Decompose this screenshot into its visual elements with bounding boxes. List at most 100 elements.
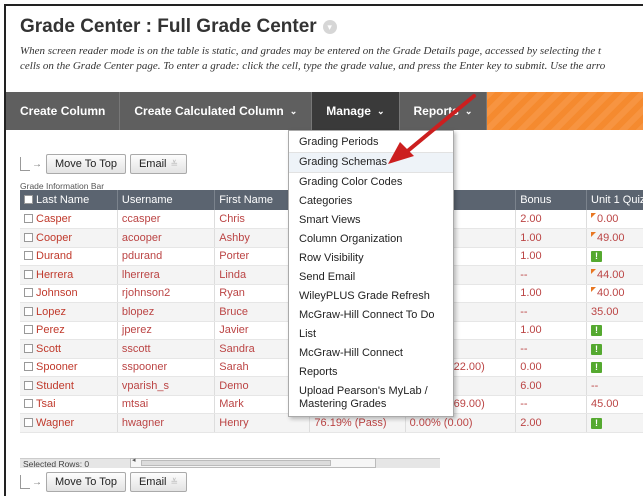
row-checkbox[interactable] [24, 399, 33, 409]
last-name-cell[interactable]: Tsai [20, 395, 118, 414]
last-name-link[interactable]: Perez [36, 324, 65, 336]
unit-1-quiz-cell[interactable]: ! [586, 321, 643, 340]
horizontal-scrollbar[interactable]: ◂ [130, 456, 376, 468]
unit-1-quiz-cell[interactable]: 45.00 [586, 395, 643, 414]
unit-1-quiz-cell[interactable]: ! [586, 247, 643, 266]
row-checkbox[interactable] [24, 380, 33, 390]
last-name-cell[interactable]: Spooner [20, 358, 118, 377]
select-all-checkbox[interactable] [24, 195, 33, 204]
bonus-cell[interactable]: 1.00 [515, 228, 588, 248]
unit-1-quiz-cell[interactable]: ! [586, 413, 643, 433]
last-name-link[interactable]: Durand [36, 250, 72, 262]
last-name-link[interactable]: Tsai [36, 398, 56, 410]
last-name-cell[interactable]: Herrera [20, 265, 118, 285]
bonus-cell[interactable]: 2.00 [515, 210, 588, 229]
last-name-cell[interactable]: Lopez [20, 302, 118, 322]
manage-menu-item-smart-views[interactable]: Smart Views [289, 211, 453, 230]
bonus-cell[interactable]: 1.00 [515, 247, 588, 266]
row-checkbox[interactable] [24, 232, 33, 242]
last-name-link[interactable]: Herrera [36, 269, 73, 281]
username-cell[interactable]: mtsai [117, 395, 216, 414]
scroll-thumb[interactable] [141, 460, 331, 466]
bonus-cell[interactable]: 6.00 [515, 376, 588, 396]
manage-menu-item-row-visibility[interactable]: Row Visibility [289, 249, 453, 268]
username-cell[interactable]: lherrera [117, 265, 216, 285]
username-cell[interactable]: jperez [117, 321, 216, 340]
move-to-top-button[interactable]: Move To Top [46, 472, 126, 492]
needs-grading-icon[interactable]: ! [591, 417, 603, 429]
unit-1-quiz-cell[interactable]: 0.00 [586, 210, 643, 229]
unit-1-quiz-cell[interactable]: 40.00 [586, 284, 643, 303]
last-name-cell[interactable]: Perez [20, 321, 118, 340]
last-name-link[interactable]: Spooner [36, 361, 78, 373]
last-name-cell[interactable]: Wagner [20, 413, 118, 433]
column-header-bonus[interactable]: Bonus [515, 190, 588, 210]
last-name-link[interactable]: Casper [36, 213, 71, 225]
last-name-cell[interactable]: Student [20, 376, 118, 396]
bonus-cell[interactable]: -- [515, 265, 588, 285]
email-button[interactable]: Email ≚ [129, 154, 188, 174]
row-checkbox[interactable] [24, 306, 33, 316]
row-checkbox[interactable] [24, 269, 33, 279]
username-cell[interactable]: ccasper [117, 210, 216, 229]
manage-menu-item-mcgraw-hill-connect-reports[interactable]: McGraw-Hill Connect Reports [289, 344, 453, 382]
unit-1-quiz-cell[interactable]: ! [586, 358, 643, 377]
bonus-cell[interactable]: -- [515, 302, 588, 322]
row-checkbox[interactable] [24, 417, 33, 427]
username-cell[interactable]: rjohnson2 [117, 284, 216, 303]
username-cell[interactable]: sscott [117, 339, 216, 359]
needs-grading-icon[interactable]: ! [591, 362, 603, 374]
row-checkbox[interactable] [24, 214, 33, 223]
email-button[interactable]: Email ≚ [129, 472, 188, 492]
last-name-link[interactable]: Scott [36, 343, 61, 355]
last-name-cell[interactable]: Johnson [20, 284, 118, 303]
username-cell[interactable]: acooper [117, 228, 216, 248]
row-checkbox[interactable] [24, 288, 33, 298]
column-header-unit-1-quiz[interactable]: Unit 1 Quiz [586, 190, 643, 210]
username-cell[interactable]: hwagner [117, 413, 216, 433]
manage-menu-item-mcgraw-hill-connect-to-do-list[interactable]: McGraw-Hill Connect To Do List [289, 306, 453, 344]
create-column-button[interactable]: Create Column [6, 92, 121, 130]
unit-1-quiz-cell[interactable]: 44.00 [586, 265, 643, 285]
title-options-icon[interactable]: ▾ [322, 20, 337, 34]
row-checkbox[interactable] [24, 362, 33, 372]
manage-menu-item-send-email[interactable]: Send Email [289, 268, 453, 287]
unit-1-quiz-cell[interactable]: ! [586, 339, 643, 359]
bonus-cell[interactable]: 0.00 [515, 358, 588, 377]
needs-grading-icon[interactable]: ! [591, 343, 603, 355]
unit-1-quiz-cell[interactable]: 35.00 [586, 302, 643, 322]
needs-grading-icon[interactable]: ! [591, 325, 603, 337]
bonus-cell[interactable]: -- [515, 339, 588, 359]
last-name-link[interactable]: Student [36, 380, 74, 392]
last-name-cell[interactable]: Durand [20, 247, 118, 266]
bonus-cell[interactable]: 1.00 [515, 321, 588, 340]
bonus-cell[interactable]: 2.00 [515, 413, 588, 433]
unit-1-quiz-cell[interactable]: -- [586, 376, 643, 396]
unit-1-quiz-cell[interactable]: 49.00 [586, 228, 643, 248]
manage-menu-item-grading-color-codes[interactable]: Grading Color Codes [289, 173, 453, 192]
last-name-link[interactable]: Wagner [36, 417, 74, 429]
last-name-link[interactable]: Cooper [36, 232, 72, 244]
bonus-cell[interactable]: -- [515, 395, 588, 414]
row-checkbox[interactable] [24, 325, 33, 335]
last-name-link[interactable]: Lopez [36, 306, 66, 318]
scroll-left-icon[interactable]: ◂ [132, 456, 136, 464]
last-name-cell[interactable]: Cooper [20, 228, 118, 248]
manage-menu-item-wileyplus-grade-refresh[interactable]: WileyPLUS Grade Refresh [289, 287, 453, 306]
row-checkbox[interactable] [24, 343, 33, 353]
row-checkbox[interactable] [24, 251, 33, 261]
username-cell[interactable]: blopez [117, 302, 216, 322]
column-header-last-name[interactable]: Last Name [20, 190, 118, 210]
last-name-cell[interactable]: Casper [20, 210, 118, 229]
create-calculated-column-button[interactable]: Create Calculated Column ⌄ [120, 92, 313, 130]
username-cell[interactable]: pdurand [117, 247, 216, 266]
last-name-cell[interactable]: Scott [20, 339, 118, 359]
manage-menu-item-column-organization[interactable]: Column Organization [289, 230, 453, 249]
column-header-username[interactable]: Username [117, 190, 216, 210]
bonus-cell[interactable]: 1.00 [515, 284, 588, 303]
needs-grading-icon[interactable]: ! [591, 251, 603, 263]
move-to-top-button[interactable]: Move To Top [46, 154, 126, 174]
manage-menu-item-upload-pearson-s-mylab-mastering-grades[interactable]: Upload Pearson's MyLab / Mastering Grade… [289, 382, 453, 414]
username-cell[interactable]: sspooner [117, 358, 216, 377]
last-name-link[interactable]: Johnson [36, 287, 78, 299]
